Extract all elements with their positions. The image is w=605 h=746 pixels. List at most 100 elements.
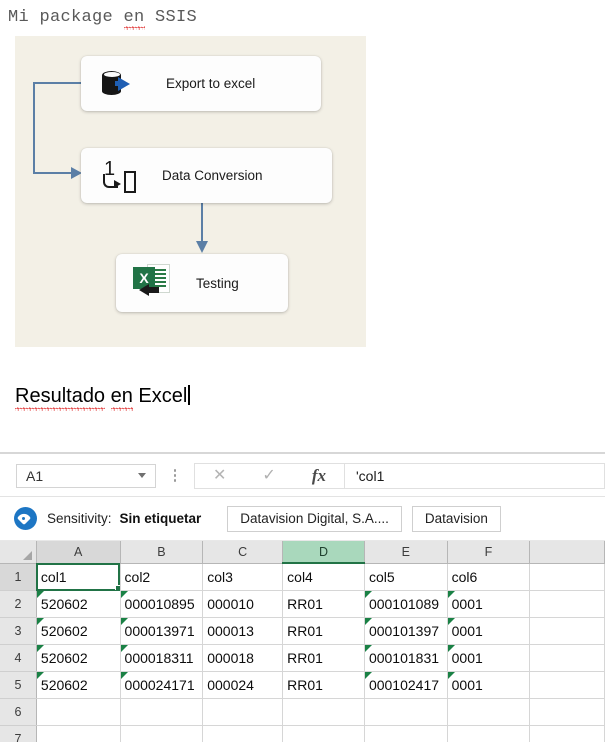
cell-text: 000013971 xyxy=(124,623,195,639)
sensitivity-label: Sensitivity: xyxy=(47,511,112,526)
cell-B5[interactable]: 000024171 xyxy=(120,671,204,699)
row-header-2[interactable]: 2 xyxy=(0,590,37,618)
table-row: 4 520602 000018311 000018 RR01 000101831 0001 xyxy=(0,644,605,672)
cell-C5[interactable]: 000024 xyxy=(202,671,284,699)
cell-text: 000101089 xyxy=(368,596,440,612)
cell-text: 000018 xyxy=(207,650,254,666)
cell-F5[interactable]: 0001 xyxy=(447,671,531,699)
cell-2[interactable] xyxy=(529,590,605,618)
cell-A4[interactable]: 520602 xyxy=(36,644,121,672)
row-header-6[interactable]: 6 xyxy=(0,698,37,726)
cell-text: 520602 xyxy=(40,623,88,639)
diagram-node-label: Export to excel xyxy=(166,76,256,91)
cell-6[interactable] xyxy=(529,698,605,726)
cell-D1[interactable]: col4 xyxy=(282,563,365,591)
cell-D3[interactable]: RR01 xyxy=(282,617,365,645)
column-header-c[interactable]: C xyxy=(202,541,284,564)
row-header-1[interactable]: 1 xyxy=(0,563,37,591)
cell-A2[interactable]: 520602 xyxy=(36,590,121,618)
cell-A5[interactable]: 520602 xyxy=(36,671,121,699)
cell-D4[interactable]: RR01 xyxy=(282,644,365,672)
cell-C1[interactable]: col3 xyxy=(202,563,284,591)
cell-text: 0001 xyxy=(451,596,483,612)
subtitle-misspelled-word-1: Resultado xyxy=(15,385,106,411)
row-header-4[interactable]: 4 xyxy=(0,644,37,672)
column-header-a[interactable]: A xyxy=(36,541,121,564)
column-header-e[interactable]: E xyxy=(364,541,448,564)
cell-text: 0001 xyxy=(451,623,483,639)
cell-D2[interactable]: RR01 xyxy=(282,590,365,618)
cell-text: col6 xyxy=(451,568,478,585)
cell-F1[interactable]: col6 xyxy=(447,563,531,591)
row-header-5[interactable]: 5 xyxy=(0,671,37,699)
database-export-icon xyxy=(102,68,140,100)
cell-4[interactable] xyxy=(529,644,605,672)
cell-B3[interactable]: 000013971 xyxy=(120,617,204,645)
cell-text: col3 xyxy=(207,568,233,585)
cell-1[interactable] xyxy=(529,563,605,591)
cell-text: col5 xyxy=(368,568,395,585)
column-header-b[interactable]: B xyxy=(120,541,204,564)
cell-A6[interactable] xyxy=(36,698,121,726)
cell-B1[interactable]: col2 xyxy=(120,563,204,591)
sensitivity-option-button-2[interactable]: Datavision xyxy=(411,505,501,532)
sensitivity-option-button-1[interactable]: Datavision Digital, S.A.... xyxy=(227,505,402,532)
select-all-corner-button[interactable] xyxy=(0,541,37,564)
cell-E2[interactable]: 000101089 xyxy=(364,590,448,618)
chevron-down-icon[interactable] xyxy=(138,473,146,478)
connector-conversion-to-testing xyxy=(201,203,203,244)
name-box[interactable]: A1 xyxy=(16,463,156,488)
cell-B6[interactable] xyxy=(120,698,204,726)
insert-function-icon[interactable]: fx xyxy=(312,467,326,484)
column-header-d[interactable]: D xyxy=(282,541,365,564)
cell-E3[interactable]: 000101397 xyxy=(364,617,448,645)
cancel-icon[interactable]: ✕ xyxy=(213,467,226,484)
cell-F4[interactable]: 0001 xyxy=(447,644,531,672)
arrowhead-into-testing-icon xyxy=(196,241,208,253)
subtitle-misspelled-word-2: en xyxy=(110,385,134,411)
cell-E4[interactable]: 000101831 xyxy=(364,644,448,672)
cell-text: 000010 xyxy=(207,596,254,612)
cell-C4[interactable]: 000018 xyxy=(202,644,284,672)
diagram-node-data-conversion[interactable]: 1 Data Conversion xyxy=(81,148,332,203)
cell-text: col4 xyxy=(287,569,313,585)
cell-A1[interactable]: col1 xyxy=(36,563,121,591)
cell-D6[interactable] xyxy=(282,698,365,726)
cell-text: 520602 xyxy=(40,596,88,612)
cell-A3[interactable]: 520602 xyxy=(36,617,121,645)
cell-D5[interactable]: RR01 xyxy=(282,671,365,699)
grid-bottom-clip xyxy=(0,742,605,746)
cell-5[interactable] xyxy=(529,671,605,699)
page-title-misspelled-word: en xyxy=(123,8,145,30)
column-header-f[interactable]: F xyxy=(447,541,531,564)
row-header-3[interactable]: 3 xyxy=(0,617,37,645)
cell-text: 000101831 xyxy=(368,650,440,666)
cell-text: 520602 xyxy=(40,650,88,666)
column-header-row: ABCDEF xyxy=(0,541,605,564)
cell-text: 000024171 xyxy=(124,677,195,693)
connector-export-to-conversion-bottom xyxy=(33,172,73,174)
column-header-blank[interactable] xyxy=(529,541,605,564)
name-box-value: A1 xyxy=(26,467,44,484)
cell-E1[interactable]: col5 xyxy=(364,563,448,591)
cell-text: 0001 xyxy=(451,650,483,666)
cell-E6[interactable] xyxy=(364,698,448,726)
formula-input[interactable]: 'col1 xyxy=(344,462,605,489)
cell-E5[interactable]: 000102417 xyxy=(364,671,448,699)
cell-text: 000010895 xyxy=(124,596,195,612)
cell-F6[interactable] xyxy=(447,698,531,726)
formula-bar-drag-handle[interactable] xyxy=(173,469,177,482)
cell-C6[interactable] xyxy=(202,698,284,726)
diagram-node-testing[interactable]: X Testing xyxy=(116,254,288,312)
cell-B2[interactable]: 000010895 xyxy=(120,590,204,618)
confirm-check-icon[interactable]: ✓ xyxy=(262,467,275,484)
diagram-node-label: Testing xyxy=(196,275,239,291)
excel-window: A1 ✕ ✓ fx 'col1 Sensitivity: Sin etiquet… xyxy=(0,452,605,746)
cell-F3[interactable]: 0001 xyxy=(447,617,531,645)
cell-C2[interactable]: 000010 xyxy=(202,590,284,618)
cell-3[interactable] xyxy=(529,617,605,645)
cell-B4[interactable]: 000018311 xyxy=(120,644,204,672)
diagram-node-export-to-excel[interactable]: Export to excel xyxy=(81,56,321,111)
cell-C3[interactable]: 000013 xyxy=(202,617,284,645)
cell-F2[interactable]: 0001 xyxy=(447,590,531,618)
